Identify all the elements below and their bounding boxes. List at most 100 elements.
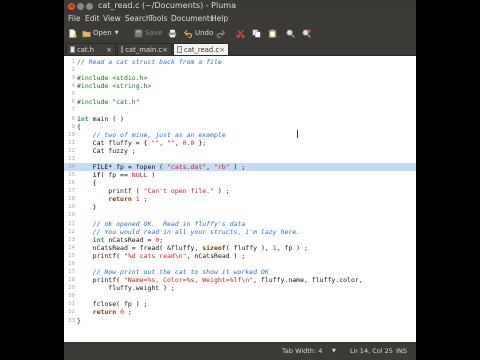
code-line[interactable]: 25 printf( "%d cats read\n", nCatsRead )… xyxy=(64,252,416,260)
close-icon[interactable]: × xyxy=(162,46,168,54)
code-line[interactable]: 29 fluffy.weight ) ; xyxy=(64,284,416,292)
code-line[interactable]: 12 Cat fuzzy ; xyxy=(64,147,416,155)
code-token: return xyxy=(92,308,117,317)
code-token: Cat fluffy = { xyxy=(77,138,152,147)
code-line[interactable]: 7 xyxy=(64,106,416,114)
code-token: , xyxy=(159,138,168,147)
line-number: 31 xyxy=(68,301,75,308)
code-line[interactable]: 27 // Now print out the cat to show it w… xyxy=(64,268,416,276)
code-text: #include <string.h> xyxy=(77,82,151,90)
copy-button[interactable] xyxy=(252,27,261,39)
menu-documents[interactable]: Documents xyxy=(171,14,214,23)
code-line[interactable]: 24 nCatsRead = fread( &fluffy, sizeof( f… xyxy=(64,244,416,252)
code-line[interactable]: 14 FILE* fp = fopen ( "cats.dat", "rb" )… xyxy=(64,163,416,172)
undo-label: Undo xyxy=(195,29,214,37)
menu-help[interactable]: Help xyxy=(211,14,228,23)
code-editor[interactable]: 1// Read a cat struct back from a file 2 3… xyxy=(64,56,416,342)
line-number: 23 xyxy=(68,236,75,243)
code-line[interactable]: 32 return 0 ; xyxy=(64,308,416,316)
code-line[interactable]: 16 { xyxy=(64,179,416,187)
find-button[interactable] xyxy=(286,27,295,39)
open-button[interactable]: Open ▼ xyxy=(82,27,119,39)
code-token: nCatsRead = xyxy=(104,235,156,244)
code-text: #include <stdio.h> xyxy=(77,74,147,82)
code-line[interactable]: 21 // ok opened OK. Read in fluffy's dat… xyxy=(64,220,416,228)
code-line[interactable]: 30 xyxy=(64,292,416,300)
code-token: #include <string.h> xyxy=(77,82,152,91)
code-text: if( fp == NULL ) xyxy=(77,171,156,179)
code-line[interactable]: 19 } xyxy=(64,203,416,211)
new-file-button[interactable] xyxy=(68,27,77,39)
code-line[interactable]: 26 xyxy=(64,260,416,268)
menu-edit[interactable]: Edit xyxy=(85,14,100,23)
code-line[interactable]: 3 #include <stdio.h> xyxy=(64,74,416,82)
tab-cat-main-c[interactable]: cat_main.c × xyxy=(117,43,172,55)
printer-icon xyxy=(168,29,177,37)
code-area[interactable]: 1// Read a cat struct back from a file 2 3… xyxy=(64,58,416,325)
code-line[interactable]: 28 printf( "Name=%s, Color=%s, Weight=%l… xyxy=(64,276,416,284)
title-bar: × cat_read.c (~/Documents) - Pluma xyxy=(64,0,416,13)
menu-tools[interactable]: Tools xyxy=(149,14,167,23)
menu-file[interactable]: File xyxy=(68,14,81,23)
cut-button[interactable] xyxy=(236,27,245,39)
code-line[interactable]: 5 xyxy=(64,90,416,98)
line-number: 33 xyxy=(68,317,75,324)
code-line[interactable]: 1// Read a cat struct back from a file xyxy=(64,58,416,66)
close-icon[interactable]: × xyxy=(219,46,225,54)
cursor-position: Ln 14, Col 25 xyxy=(350,347,393,355)
code-token: "Name=%s, Color=%s, Weight=%lf\n" xyxy=(123,276,254,285)
code-text: nCatsRead = fread( &fluffy, sizeof( fluf… xyxy=(77,244,308,252)
code-token: "cats.dat" xyxy=(167,163,207,172)
replace-button[interactable] xyxy=(302,27,311,39)
code-line[interactable]: 4 #include <string.h> xyxy=(64,82,416,90)
code-line[interactable]: 13 xyxy=(64,155,416,163)
code-text: printf( "Name=%s, Color=%s, Weight=%lf\n… xyxy=(77,276,363,284)
code-line[interactable]: 33} xyxy=(64,317,416,325)
line-number: 19 xyxy=(68,204,75,211)
folder-open-icon xyxy=(82,30,91,37)
code-token: , xyxy=(174,138,183,147)
code-token: #include <stdio.h> xyxy=(77,74,148,83)
code-line[interactable]: 31 fclose( fp ) ; xyxy=(64,300,416,308)
code-line[interactable]: 15 if( fp == NULL ) xyxy=(64,171,416,179)
line-number: 8 xyxy=(71,115,75,122)
status-bar: Tab Width: 4 ▼ Ln 14, Col 25 INS xyxy=(64,342,416,360)
code-line[interactable]: 2 xyxy=(64,66,416,74)
code-line[interactable]: 8 int main ( ) xyxy=(64,115,416,123)
code-line[interactable]: 11 Cat fluffy = { "", "", 0.0 }; xyxy=(64,139,416,147)
code-line[interactable]: 10 // two of mine, just as an example xyxy=(64,131,416,139)
maximize-window-button[interactable] xyxy=(86,3,93,10)
line-number: 16 xyxy=(68,180,75,187)
paste-button[interactable] xyxy=(268,27,277,39)
code-token: fclose( fp ) ; xyxy=(77,300,148,309)
code-line[interactable]: 20 xyxy=(64,211,416,219)
menu-search[interactable]: Search xyxy=(125,14,151,23)
code-line[interactable]: 17 printf ( "Can't open file." ) ; xyxy=(64,187,416,195)
code-line[interactable]: 9{ xyxy=(64,123,416,131)
minimize-window-button[interactable] xyxy=(77,3,84,10)
undo-button[interactable]: Undo xyxy=(184,27,213,39)
line-number: 7 xyxy=(71,107,75,114)
code-text: { xyxy=(77,123,81,131)
print-button[interactable] xyxy=(168,27,177,39)
tab-width-selector[interactable]: Tab Width: 4 xyxy=(282,347,322,355)
code-token: "Can't open file." xyxy=(143,187,214,196)
code-line[interactable]: 23 int nCatsRead = 0; xyxy=(64,236,416,244)
toolbar: Open ▼ Save Undo xyxy=(64,25,416,41)
redo-button[interactable] xyxy=(216,27,225,39)
tab-cat-read-c[interactable]: cat_read.c × xyxy=(173,43,229,55)
tab-label: cat_read.c xyxy=(183,45,220,54)
close-icon[interactable]: × xyxy=(106,46,112,54)
code-token: Cat fuzzy ; xyxy=(77,146,136,155)
menu-view[interactable]: View xyxy=(103,14,121,23)
code-line[interactable]: 22 // You would read in all your structs… xyxy=(64,228,416,236)
code-token: }; xyxy=(194,138,207,147)
code-line[interactable]: 6 #include "cat.h" xyxy=(64,98,416,106)
line-number: 26 xyxy=(68,260,75,267)
chevron-down-icon[interactable]: ▼ xyxy=(115,30,119,36)
line-number: 15 xyxy=(68,172,75,179)
code-line[interactable]: 18 return 1 ; xyxy=(64,195,416,203)
close-window-button[interactable]: × xyxy=(68,3,75,10)
save-button[interactable]: Save xyxy=(134,27,162,39)
tab-cat-h[interactable]: cat.h × xyxy=(66,43,116,55)
